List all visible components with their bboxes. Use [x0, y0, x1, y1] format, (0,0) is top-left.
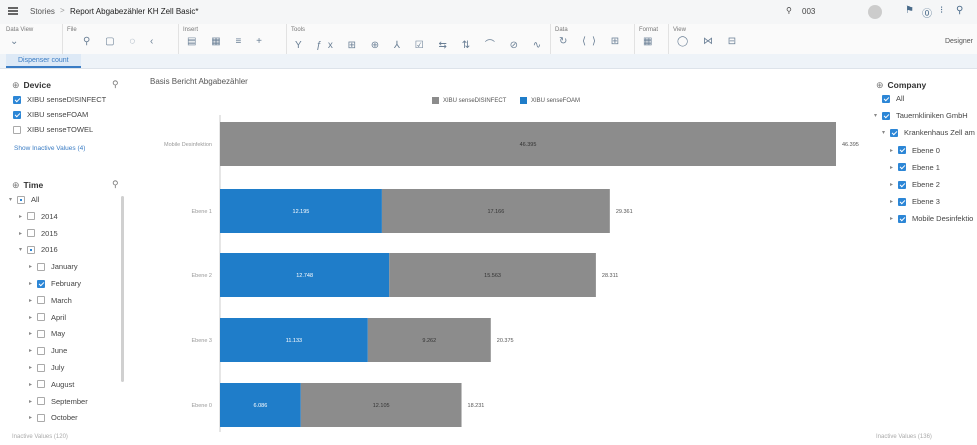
- data-label: 12.195: [293, 209, 310, 215]
- category-label: Ebene 3: [192, 338, 213, 344]
- data-label: 46.395: [520, 142, 537, 148]
- total-label: 20.375: [497, 338, 514, 344]
- category-label: Mobile Desinfektion: [164, 142, 212, 148]
- data-label: 17.166: [487, 209, 504, 215]
- data-label: 12.105: [373, 403, 390, 409]
- category-label: Ebene 2: [192, 273, 213, 279]
- bar-chart: Mobile Desinfektion 46.395 46.395 Ebene 1 12…: [164, 115, 859, 432]
- category-label: Ebene 1: [192, 209, 213, 215]
- total-label: 29.361: [616, 209, 633, 215]
- total-label: 18.231: [468, 403, 485, 409]
- data-label: 6.086: [254, 403, 268, 409]
- data-label: 15.563: [484, 273, 501, 279]
- total-label: 28.311: [602, 273, 618, 279]
- category-label: Ebene 0: [192, 403, 213, 409]
- data-label: 12.748: [296, 273, 313, 279]
- data-label: 9.262: [422, 338, 436, 344]
- data-label: 11.133: [286, 338, 302, 344]
- total-label: 46.395: [842, 142, 859, 148]
